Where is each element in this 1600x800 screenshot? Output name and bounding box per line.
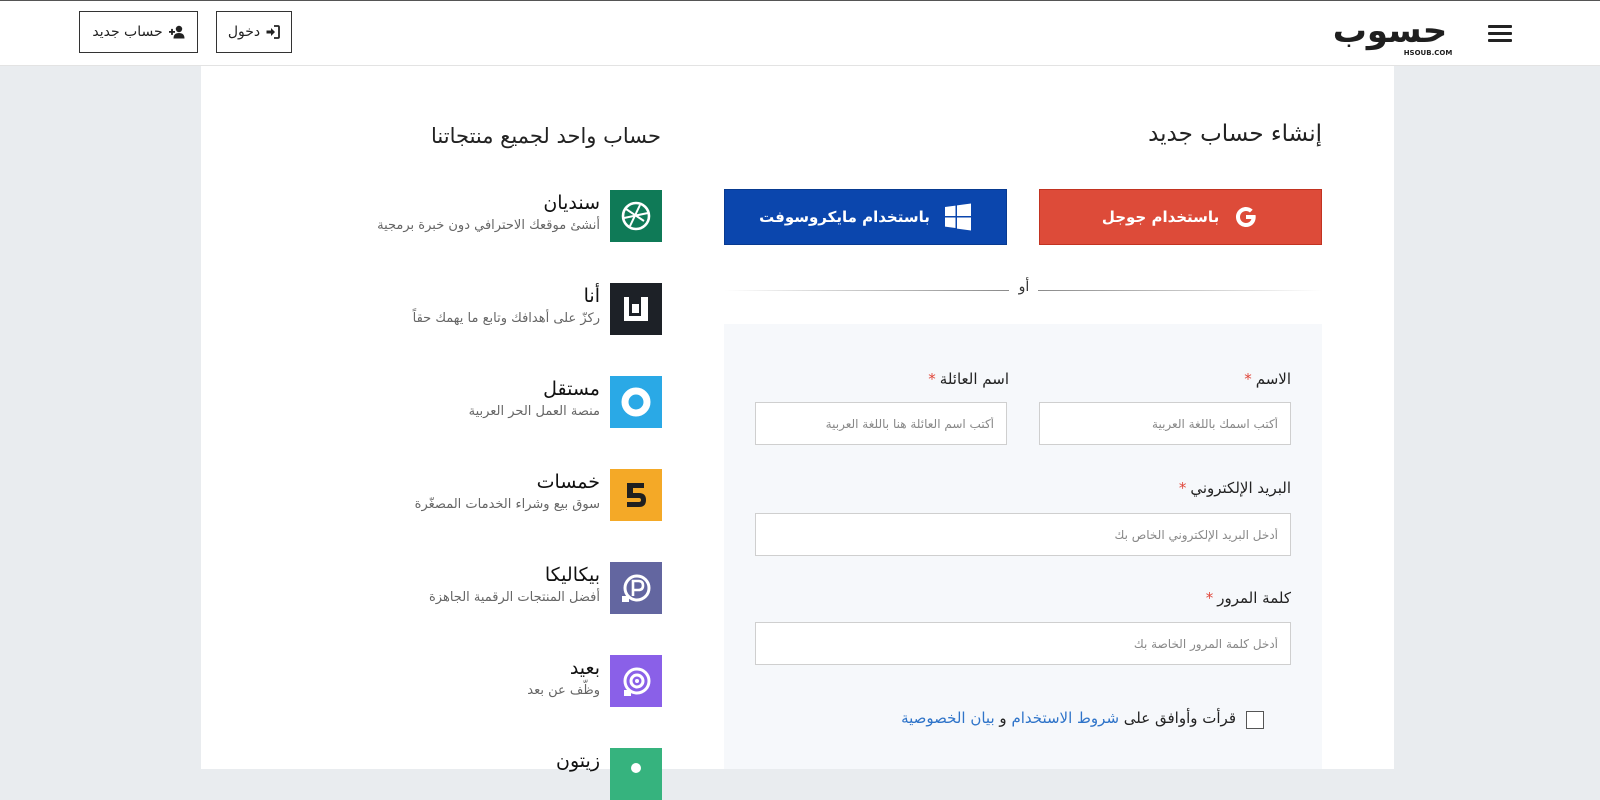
agree-prefix: قرأت وأوافق على bbox=[1123, 709, 1236, 727]
product-desc: ركزّ على أهدافك وتابع ما يهمك حقاً bbox=[412, 311, 600, 326]
sendian-icon bbox=[610, 190, 662, 242]
ana-icon bbox=[610, 283, 662, 335]
email-label: البريد الإلكتروني* bbox=[1178, 479, 1291, 497]
hsoub-logo[interactable]: حسوب HSOUB.COM bbox=[1316, 9, 1464, 57]
product-ana[interactable]: أنا ركزّ على أهدافك وتابع ما يهمك حقاً bbox=[360, 283, 662, 335]
page-scrollbar[interactable] bbox=[1588, 66, 1600, 769]
password-label: كلمة المرور* bbox=[1205, 589, 1291, 607]
first-name-input[interactable] bbox=[1039, 402, 1291, 445]
mostaql-icon bbox=[610, 376, 662, 428]
microsoft-signup-button[interactable]: باستخدام مايكروسوفت bbox=[724, 189, 1007, 245]
product-name: خمسات bbox=[536, 471, 600, 493]
product-name: مستقل bbox=[543, 378, 600, 400]
divider-or: أو bbox=[1018, 279, 1030, 295]
email-input[interactable] bbox=[755, 513, 1291, 556]
product-zyton[interactable]: زيتون bbox=[360, 748, 662, 800]
microsoft-signup-label: باستخدام مايكروسوفت bbox=[759, 208, 930, 226]
login-label: دخول bbox=[227, 24, 261, 40]
picalica-icon bbox=[610, 562, 662, 614]
first-name-label: الاسم* bbox=[1244, 370, 1291, 388]
product-desc: سوق بيع وشراء الخدمات المصغّرة bbox=[414, 497, 600, 512]
product-name: سنديان bbox=[543, 192, 600, 214]
last-name-input[interactable] bbox=[755, 402, 1007, 445]
google-icon bbox=[1236, 207, 1256, 227]
windows-icon bbox=[944, 203, 971, 231]
logo-text: حسوب bbox=[1333, 11, 1448, 51]
agree-checkbox[interactable] bbox=[1246, 711, 1264, 729]
khamsat-icon bbox=[610, 469, 662, 521]
product-picalica[interactable]: بيكاليكا أفضل المنتجات الرقمية الجاهزة bbox=[360, 562, 662, 614]
product-desc: وظّف عن بعد bbox=[527, 683, 600, 698]
baeed-icon bbox=[610, 655, 662, 707]
user-plus-icon bbox=[168, 25, 185, 39]
login-button[interactable]: دخول bbox=[216, 11, 292, 53]
agree-text: قرأت وأوافق على شروط الاستخدام و بيان ال… bbox=[901, 709, 1236, 727]
signup-title: إنشاء حساب جديد bbox=[1148, 121, 1322, 147]
product-sendian[interactable]: سنديان أنشئ موقعك الاحترافي دون خبرة برم… bbox=[360, 190, 662, 242]
product-name: بعيد bbox=[569, 657, 600, 679]
register-label: حساب جديد bbox=[92, 24, 163, 40]
logo-subtext: HSOUB.COM bbox=[1404, 49, 1453, 57]
agree-and: و bbox=[999, 709, 1007, 727]
menu-icon[interactable] bbox=[1488, 22, 1514, 44]
product-name: أنا bbox=[583, 285, 600, 307]
sign-in-icon bbox=[266, 25, 281, 39]
last-name-label: اسم العائلة* bbox=[928, 370, 1009, 388]
divider-line-right bbox=[1038, 290, 1322, 291]
products-title: حساب واحد لجميع منتجاتنا bbox=[431, 124, 661, 148]
product-desc: منصة العمل الحر العربية bbox=[468, 404, 600, 419]
password-input[interactable] bbox=[755, 622, 1291, 665]
product-baeed[interactable]: بعيد وظّف عن بعد bbox=[360, 655, 662, 707]
privacy-link[interactable]: بيان الخصوصية bbox=[901, 709, 995, 727]
agree-row: قرأت وأوافق على شروط الاستخدام و بيان ال… bbox=[901, 709, 1264, 731]
product-desc: أفضل المنتجات الرقمية الجاهزة bbox=[429, 590, 600, 605]
register-button[interactable]: حساب جديد bbox=[79, 11, 198, 53]
top-header: حسوب HSOUB.COM دخول حساب جديد bbox=[0, 1, 1600, 66]
terms-link[interactable]: شروط الاستخدام bbox=[1011, 709, 1119, 727]
google-signup-button[interactable]: باستخدام جوجل bbox=[1039, 189, 1322, 245]
google-signup-label: باستخدام جوجل bbox=[1101, 208, 1220, 226]
product-khamsat[interactable]: خمسات سوق بيع وشراء الخدمات المصغّرة bbox=[360, 469, 662, 521]
zyton-icon bbox=[610, 748, 662, 800]
divider-line-left bbox=[724, 290, 1009, 291]
product-mostaql[interactable]: مستقل منصة العمل الحر العربية bbox=[360, 376, 662, 428]
product-desc: أنشئ موقعك الاحترافي دون خبرة برمجية bbox=[377, 218, 600, 233]
product-name: بيكاليكا bbox=[544, 564, 600, 586]
